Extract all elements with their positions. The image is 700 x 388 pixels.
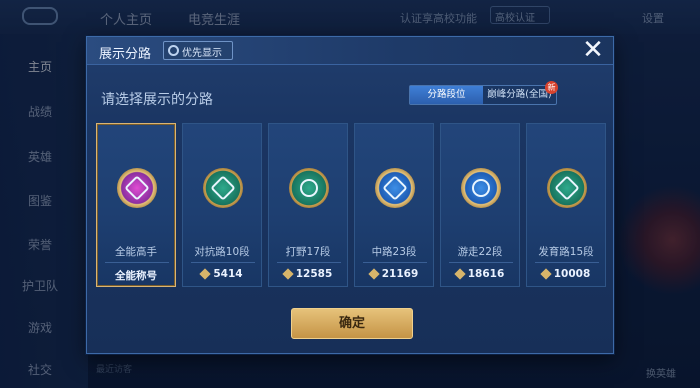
lane-rank-label: 打野17段	[285, 246, 331, 258]
allround-emblem-icon	[117, 168, 157, 208]
lane-rank-label: 中路23段	[371, 246, 417, 258]
lane-rank-label: 发育路15段	[538, 246, 594, 258]
dialog-title: 展示分路	[99, 47, 152, 62]
lane-card-jungle[interactable]: 打野17段 12585	[268, 123, 348, 287]
priority-display-label: 优先显示	[182, 48, 222, 59]
lane-card-farm[interactable]: 发育路15段 10008	[526, 123, 606, 287]
clash-lane-emblem-icon	[203, 168, 243, 208]
lane-score: 21169	[355, 268, 433, 280]
tab-lane-rank[interactable]: 分路段位	[410, 86, 483, 104]
lane-rank-label: 游走22段	[457, 246, 503, 258]
lane-card-roam[interactable]: 游走22段 18616	[440, 123, 520, 287]
card-divider	[105, 262, 169, 263]
lane-rank-label: 对抗路10段	[194, 246, 250, 258]
rank-point-icon	[540, 268, 552, 280]
lane-card-mid[interactable]: 中路23段 21169	[354, 123, 434, 287]
lane-score: 全能称号	[115, 270, 157, 282]
lane-card-allround[interactable]: 全能高手 全能称号	[96, 123, 176, 287]
card-divider	[191, 262, 255, 263]
card-divider	[277, 262, 341, 263]
card-divider	[449, 262, 513, 263]
mid-lane-emblem-icon	[375, 168, 415, 208]
lane-mode-toggle: 分路段位 巅峰分路(全国)	[409, 85, 557, 105]
roam-emblem-icon	[461, 168, 501, 208]
confirm-button[interactable]: 确定	[291, 308, 413, 339]
new-badge: 新	[545, 81, 558, 94]
select-lane-prompt: 请选择展示的分路	[101, 92, 213, 108]
lane-score: 18616	[441, 268, 519, 280]
lane-score: 12585	[269, 268, 347, 280]
lane-score: 5414	[183, 268, 261, 280]
jungle-emblem-icon	[289, 168, 329, 208]
lane-card-list: 全能高手 全能称号 对抗路10段 5414 打野17段 12585 中路23段 …	[96, 123, 608, 289]
lane-display-dialog: 展示分路 优先显示 ✕ 请选择展示的分路 分路段位 巅峰分路(全国) 新 全能高…	[86, 36, 614, 354]
gear-icon	[168, 45, 179, 56]
farm-lane-emblem-icon	[547, 168, 587, 208]
priority-display-button[interactable]: 优先显示	[163, 41, 233, 60]
lane-score: 10008	[527, 268, 605, 280]
close-icon[interactable]: ✕	[581, 37, 605, 63]
rank-point-icon	[199, 268, 212, 280]
dialog-header: 展示分路 优先显示	[87, 37, 613, 65]
rank-point-icon	[282, 268, 294, 280]
lane-card-clash[interactable]: 对抗路10段 5414	[182, 123, 262, 287]
card-divider	[363, 262, 427, 263]
rank-point-icon	[454, 268, 466, 280]
card-divider	[535, 262, 599, 263]
lane-rank-label: 全能高手	[115, 246, 157, 258]
rank-point-icon	[368, 268, 380, 280]
